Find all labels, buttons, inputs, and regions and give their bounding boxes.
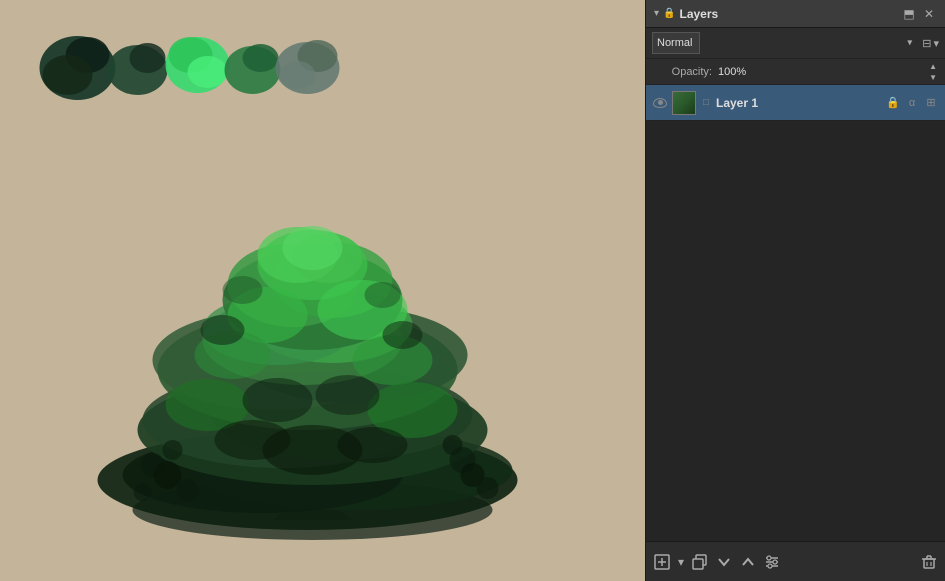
painting-canvas xyxy=(0,0,645,581)
layer-name: Layer 1 xyxy=(716,96,881,110)
blend-mode-wrapper: Normal Multiply Screen Overlay Darken Li… xyxy=(652,32,916,54)
duplicate-layer-button[interactable] xyxy=(692,554,708,570)
properties-icon xyxy=(764,554,780,570)
add-layer-icon xyxy=(654,554,670,570)
close-panel-button[interactable]: ✕ xyxy=(921,6,937,22)
layer-toolbar: ▾ xyxy=(646,541,945,581)
layer-composite-icon[interactable]: ⊞ xyxy=(923,96,939,109)
opacity-row: Opacity: 100% ▲ ▼ xyxy=(646,59,945,85)
move-up-icon xyxy=(740,554,756,570)
filter-button[interactable]: ⊟ ▾ xyxy=(922,37,939,50)
float-panel-button[interactable]: ⬒ xyxy=(901,6,917,22)
canvas-area[interactable] xyxy=(0,0,645,581)
eye-icon xyxy=(653,98,667,108)
layer-link-icon[interactable]: □ xyxy=(700,97,712,108)
duplicate-icon xyxy=(692,554,708,570)
collapse-icon[interactable]: ▾ xyxy=(654,8,659,19)
layer-alpha-lock-icon[interactable]: 🔒 xyxy=(885,96,901,109)
layer-alpha-icon[interactable]: α xyxy=(904,97,920,109)
delete-layer-button[interactable] xyxy=(921,554,937,570)
layer-visibility-toggle[interactable] xyxy=(652,95,668,111)
opacity-value: 100% xyxy=(718,66,927,78)
filter-icon: ⊟ xyxy=(922,37,931,50)
layer-item[interactable]: □ Layer 1 🔒 α ⊞ xyxy=(646,85,945,121)
filter-chevron: ▾ xyxy=(933,37,939,50)
add-layer-button[interactable] xyxy=(654,554,670,570)
layer-actions: 🔒 α ⊞ xyxy=(885,96,939,109)
opacity-spinner[interactable]: ▲ ▼ xyxy=(927,61,939,83)
delete-icon xyxy=(921,554,937,570)
add-layer-chevron[interactable]: ▾ xyxy=(678,555,684,569)
move-layer-up-button[interactable] xyxy=(740,554,756,570)
layers-panel: ▾ 🔒 Layers ⬒ ✕ Normal Multiply Screen Ov… xyxy=(645,0,945,581)
panel-title: Layers xyxy=(679,7,718,21)
layers-list: □ Layer 1 🔒 α ⊞ xyxy=(646,85,945,541)
blend-mode-row: Normal Multiply Screen Overlay Darken Li… xyxy=(646,28,945,59)
opacity-up-button[interactable]: ▲ xyxy=(927,61,939,72)
blend-mode-select[interactable]: Normal Multiply Screen Overlay Darken Li… xyxy=(652,32,700,54)
opacity-down-button[interactable]: ▼ xyxy=(927,72,939,83)
layer-properties-button[interactable] xyxy=(764,554,780,570)
opacity-label: Opacity: xyxy=(652,66,712,78)
lock-panel-icon: 🔒 xyxy=(663,8,675,19)
thumbnail-preview xyxy=(673,92,695,114)
panel-header: ▾ 🔒 Layers ⬒ ✕ xyxy=(646,0,945,28)
move-layer-down-button[interactable] xyxy=(716,554,732,570)
panel-header-buttons: ⬒ ✕ xyxy=(901,6,937,22)
move-down-icon xyxy=(716,554,732,570)
panel-title-row: ▾ 🔒 Layers xyxy=(654,7,901,21)
layer-thumbnail xyxy=(672,91,696,115)
